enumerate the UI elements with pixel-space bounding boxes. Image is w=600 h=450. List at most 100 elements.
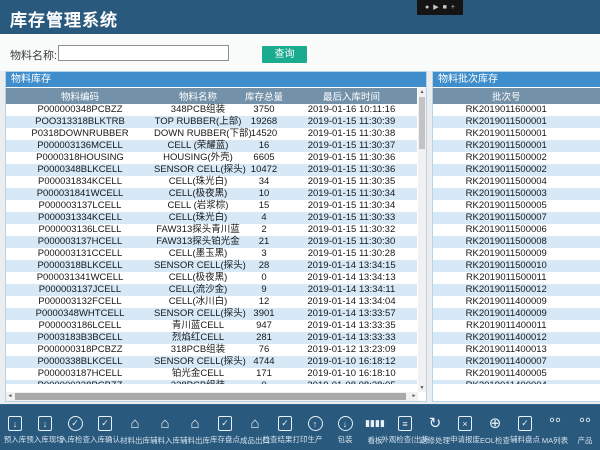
horizontal-scrollbar[interactable]: ◄ ► [6,392,418,401]
clipboard-check-icon: ✓ [278,416,292,431]
batch-row[interactable]: RK2019011500011FAW313探头铂光金 [433,272,600,284]
batch-row[interactable]: RK2019011400007CELL(冰川白) [433,356,600,368]
inventory-row[interactable]: P000003132FCELLCELL(冰川白)122019-01-14 13:… [6,296,417,308]
inventory-row[interactable]: P0000348WHTCELLSENSOR CELL(探头)39012019-0… [6,308,417,320]
batch-row[interactable]: RK2019011500008CELL (岩浆棕) [433,236,600,248]
horizontal-scroll-thumb[interactable] [15,393,406,400]
document-search-icon: ≡ [398,416,412,431]
screen-recorder-overlay[interactable]: ● ▶ ■ + [417,0,463,15]
cell: RK2019011400007 [433,356,580,368]
inventory-row[interactable]: P000003137JCELLCELL(流沙金)92019-01-14 13:3… [6,284,417,296]
inventory-row[interactable]: P0000318HOUSINGHOUSING(外壳)66052019-01-15… [6,152,417,164]
inventory-row[interactable]: P000031334KCELLCELL(珠光白)42019-01-15 11:3… [6,212,417,224]
batch-row[interactable]: RK2019011500001TOP RUBBER(上部) [433,116,600,128]
batch-row[interactable]: RK2019011500010FAW313探头青川蓝 [433,260,600,272]
batch-row[interactable]: RK2019011500001TOP RUBBER(上部) [433,140,600,152]
toolbar-item-product[interactable]: °°产品 [570,414,600,446]
inventory-row[interactable]: P000003136MCELLCELL (荣耀蓝)162019-01-15 11… [6,140,417,152]
batch-row[interactable]: RK2019011500009CELL(珠光白) [433,248,600,260]
inventory-row[interactable]: P000031841WCELLCELL(极夜黑)102019-01-15 11:… [6,188,417,200]
inventory-row[interactable]: P000003131CCELLCELL(墨玉黑)32019-01-15 11:3… [6,248,417,260]
batch-row[interactable]: RK2019011400009SENSOR CELL(探头) [433,296,600,308]
cell: RK2019011400011 [433,320,580,332]
cell: P000000348PCBZZ [6,104,154,116]
settings-icon[interactable]: + [451,4,455,11]
batch-row[interactable]: RK2019011400004SENSOR CELL(探头) [433,380,600,384]
cell: RK2019011500002 [433,152,580,164]
batch-row[interactable]: RK2019011500002DOWN RUBBER(下部) [433,152,600,164]
toolbar-item-eol-inspection[interactable]: ⊕EOL检查 [480,414,510,446]
toolbar-item-appearance-inspection[interactable]: ≡外观检查(出货 [390,414,420,445]
toolbar-item-packaging[interactable]: ↓包装 [330,414,360,445]
scroll-up-icon[interactable]: ▲ [418,88,426,96]
cell: 318PCB组装 [154,344,242,356]
batch-row[interactable]: RK2019011500004CELL (荣耀蓝) [433,176,600,188]
cell: FAW313探头青川蓝 [580,260,600,272]
toolbar-item-production[interactable]: ↑生产 [300,414,330,445]
batch-row[interactable]: RK2019011500002DOWN RUBBER(下部) [433,164,600,176]
batch-row[interactable]: RK2019011400009SENSOR CELL(探头) [433,308,600,320]
inventory-row[interactable]: P000003187HCELL铂光金CELL1712019-01-10 16:1… [6,368,417,380]
inventory-row[interactable]: POO313318BLKTRBTOP RUBBER(上部)192682019-0… [6,116,417,128]
batch-row[interactable]: RK2019011600001348PCB组装 [433,104,600,116]
inventory-row[interactable]: P000000318PCBZZ318PCB组装762019-01-12 13:2… [6,344,417,356]
toolbar-item-auxiliary-inbound[interactable]: ⌂辅料入库 [150,414,180,446]
inventory-row[interactable]: P0000338BLKCELLSENSOR CELL(探头)47442019-0… [6,356,417,368]
inventory-row[interactable]: P000031834KCELLCELL(珠光白)342019-01-15 11:… [6,176,417,188]
cell: 2019-01-14 13:34:11 [286,284,417,296]
batch-row[interactable]: RK2019011400013CELL (荣耀蓝) [433,344,600,356]
vertical-scroll-thumb[interactable] [419,97,425,149]
toolbar-item-label: EOL检查 [480,435,510,446]
inventory-row[interactable]: P0000348BLKCELLSENSOR CELL(探头)104722019-… [6,164,417,176]
inventory-row[interactable]: P0003183B3BCELL烈焰红CELL2812019-01-14 13:3… [6,332,417,344]
inventory-row[interactable]: P000003137LCELLCELL (岩浆棕)152019-01-15 11… [6,200,417,212]
cell: CELL(墨玉黑) [154,248,242,260]
cell: 2019-01-15 11:30:36 [286,164,417,176]
toolbar-item-inbound-confirm[interactable]: ✓入库确认 [90,414,120,445]
batch-row[interactable]: RK2019011400011CELL(流沙金) [433,320,600,332]
inventory-row[interactable]: P000003186LCELL青川蓝CELL9472019-01-14 13:3… [6,320,417,332]
toolbar-item-stock-count[interactable]: ✓库存盘点 [210,414,240,445]
toolbar-item-auxiliary-outbound[interactable]: ⌂辅料出库 [180,414,210,446]
batch-row[interactable]: RK2019011500001TOP RUBBER(上部) [433,128,600,140]
toolbar-item-inspection-result-print[interactable]: ✓检查结果打印 [270,414,300,445]
scroll-right-icon[interactable]: ► [410,392,418,401]
inventory-row[interactable]: P000003137HCELLFAW313探头铂光金212019-01-15 1… [6,236,417,248]
inventory-row[interactable]: P0000318BLKCELLSENSOR CELL(探头)282019-01-… [6,260,417,272]
cell: 2019-01-14 13:34:04 [286,296,417,308]
inventory-row[interactable]: P000000348PCBZZ348PCB组装37502019-01-16 10… [6,104,417,116]
record-icon[interactable]: ● [425,4,429,11]
toolbar-item-ma-list[interactable]: °°MA列表 [540,414,570,446]
toolbar-item-pre-inbound-site[interactable]: ↓预入库现场 [30,414,60,445]
query-button[interactable]: 查询 [262,46,307,63]
scroll-left-icon[interactable]: ◄ [6,392,14,401]
cell: DOWN RUBBER(下部) [580,164,600,176]
inventory-row[interactable]: P000031341WCELLCELL(极夜黑)02019-01-14 13:3… [6,272,417,284]
toolbar-item-material-outbound[interactable]: ⌂材料出库 [120,414,150,446]
toolbar-item-scrap-request[interactable]: ×申请报废 [450,414,480,445]
batch-row[interactable]: RK2019011500012CELL(墨玉黑) [433,284,600,296]
cell: FAW313探头青川蓝 [154,224,242,236]
stop-icon[interactable]: ■ [443,4,447,11]
bottom-toolbar: ↓预入库↓预入库现场✓入库检查✓入库确认⌂材料出库⌂辅料入库⌂辅料出库✓库存盘点… [0,404,600,450]
inventory-row[interactable]: P000003136LCELLFAW313探头青川蓝22019-01-15 11… [6,224,417,236]
batch-row[interactable]: RK2019011500007CELL(珠光白) [433,212,600,224]
batch-row[interactable]: RK2019011500005SENSOR CELL(探头) [433,200,600,212]
toolbar-item-rework[interactable]: ↻返修处理 [420,414,450,446]
inventory-row[interactable]: P0318DOWNRUBBERDOWN RUBBER(下部)145202019-… [6,128,417,140]
play-icon[interactable]: ▶ [433,4,438,11]
batch-row[interactable]: RK2019011500003HOUSING(外壳) [433,188,600,200]
scroll-down-icon[interactable]: ▼ [418,384,426,392]
cell: 281 [242,332,286,344]
cell: DOWN RUBBER(下部) [154,128,242,140]
toolbar-item-inbound-inspection[interactable]: ✓入库检查 [60,414,90,445]
batch-row[interactable]: RK2019011400005CELL (岩浆棕) [433,368,600,380]
material-name-input[interactable] [58,45,229,61]
inventory-row[interactable]: P000000338PCBZZ338PCB组装02019-01-08 08:38… [6,380,417,384]
batch-row[interactable]: RK2019011500006CELL(极夜黑) [433,224,600,236]
cell: 19268 [242,116,286,128]
batch-row[interactable]: RK2019011400012FAW313探头铂光金 [433,332,600,344]
cell: CELL(极夜黑) [154,188,242,200]
toolbar-item-auxiliary-stock-count[interactable]: ✓辅料盘点 [510,414,540,445]
vertical-scrollbar[interactable]: ▲ ▼ [418,88,426,392]
